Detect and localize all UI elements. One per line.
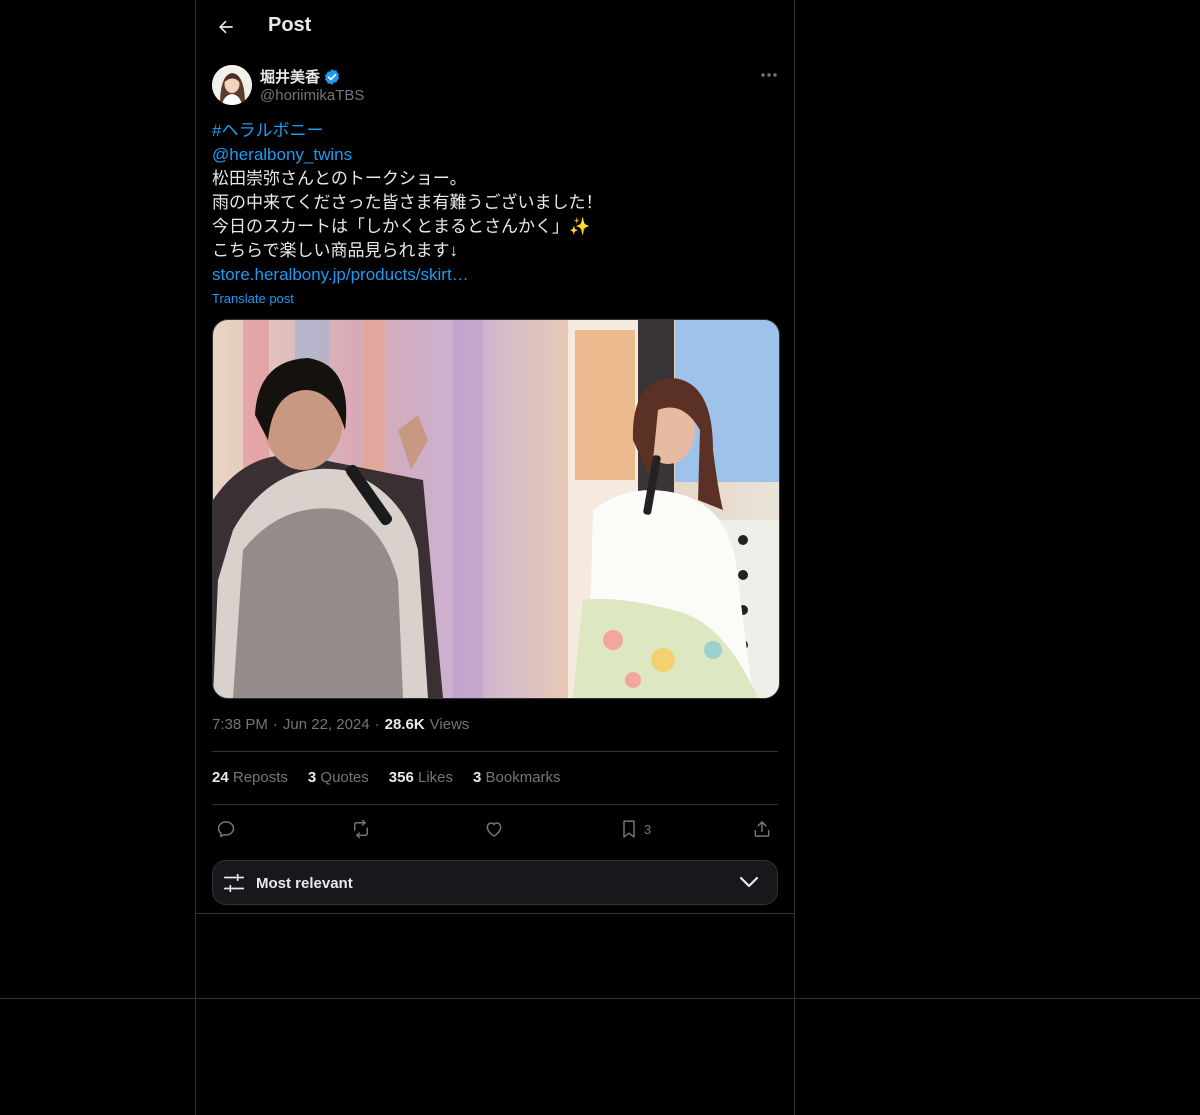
meta-separator: · xyxy=(374,716,380,733)
bookmark-icon xyxy=(623,820,635,838)
quotes-stat[interactable]: 3 Quotes xyxy=(308,769,369,786)
bookmarks-count: 3 xyxy=(473,769,482,786)
sparkles-emoji: ✨ xyxy=(569,217,591,236)
sliders-icon xyxy=(223,873,245,893)
bookmarks-label: Bookmarks xyxy=(485,769,561,786)
author-display-name: 堀井美香 xyxy=(260,69,321,86)
like-button[interactable] xyxy=(484,815,504,843)
reposts-stat[interactable]: 24 Reposts xyxy=(212,769,288,786)
likes-stat[interactable]: 356 Likes xyxy=(389,769,453,786)
right-column-border xyxy=(794,0,795,1115)
heart-icon xyxy=(486,822,502,837)
reply-button[interactable] xyxy=(216,815,236,843)
avatar[interactable] xyxy=(212,65,252,105)
mention-link[interactable]: @heralbony_twins xyxy=(212,143,778,167)
post-header: Post xyxy=(196,0,794,53)
quotes-label: Quotes xyxy=(320,769,369,786)
post-column: Post 堀井美香 @horiimikaTBS #ヘラルボニー @heralbo… xyxy=(196,0,794,914)
more-horizontal-icon xyxy=(761,73,777,77)
tweet-line: 今日のスカートは「しかくとまるとさんかく」✨ xyxy=(212,215,778,239)
page-title: Post xyxy=(268,14,312,36)
translate-post-link[interactable]: Translate post xyxy=(212,291,294,306)
divider xyxy=(212,751,778,752)
page-divider xyxy=(0,998,1200,999)
share-icon xyxy=(754,821,770,837)
tweet-text: #ヘラルボニー @heralbony_twins 松田崇弥さんとのトークショー。… xyxy=(212,119,778,287)
sort-label: Most relevant xyxy=(256,875,353,892)
engagement-stats: 24 Reposts 3 Quotes 356 Likes 3 Bookmark… xyxy=(212,769,561,786)
photo-image xyxy=(213,320,779,698)
bookmark-button[interactable]: 3 xyxy=(620,815,651,843)
more-options-button[interactable] xyxy=(756,64,782,86)
reply-icon xyxy=(217,821,235,838)
views-label: Views xyxy=(429,716,470,733)
bookmark-count: 3 xyxy=(644,821,652,837)
post-media-photo[interactable] xyxy=(212,319,780,699)
repost-icon xyxy=(354,819,368,839)
author-name[interactable]: 堀井美香 xyxy=(260,66,341,87)
arrow-left-icon xyxy=(219,20,233,34)
divider xyxy=(212,804,778,805)
share-button[interactable] xyxy=(752,815,772,843)
quotes-count: 3 xyxy=(307,769,317,786)
views-count: 28.6K xyxy=(384,716,425,733)
product-link[interactable]: store.heralbony.jp/products/skirt… xyxy=(212,263,778,287)
author-handle[interactable]: @horiimikaTBS xyxy=(260,87,364,104)
post-time[interactable]: 7:38 PM xyxy=(212,716,268,733)
repost-button[interactable] xyxy=(350,815,372,843)
meta-separator: · xyxy=(272,716,278,733)
tweet-line: 松田崇弥さんとのトークショー。 xyxy=(212,169,467,188)
likes-label: Likes xyxy=(417,769,454,786)
tweet-line: こちらで楽しい商品見られます↓ xyxy=(212,241,458,260)
verified-badge-icon xyxy=(324,68,340,85)
post-date[interactable]: Jun 22, 2024 xyxy=(283,716,370,733)
bookmarks-stat[interactable]: 3 Bookmarks xyxy=(473,769,561,786)
likes-count: 356 xyxy=(388,769,414,786)
reposts-count: 24 xyxy=(212,769,229,786)
reply-sort-dropdown[interactable]: Most relevant xyxy=(212,860,778,905)
post-meta: 7:38 PM · Jun 22, 2024 · 28.6K Views xyxy=(212,716,469,733)
avatar-image xyxy=(212,65,252,105)
back-button[interactable] xyxy=(208,9,244,45)
hashtag-link[interactable]: #ヘラルボニー xyxy=(212,119,778,143)
reposts-label: Reposts xyxy=(232,769,288,786)
tweet-line-text: 今日のスカートは「しかくとまるとさんかく」 xyxy=(212,217,569,236)
chevron-down-icon xyxy=(739,876,759,888)
tweet-line: 雨の中来てくださった皆さま有難うございました！ xyxy=(212,193,603,212)
